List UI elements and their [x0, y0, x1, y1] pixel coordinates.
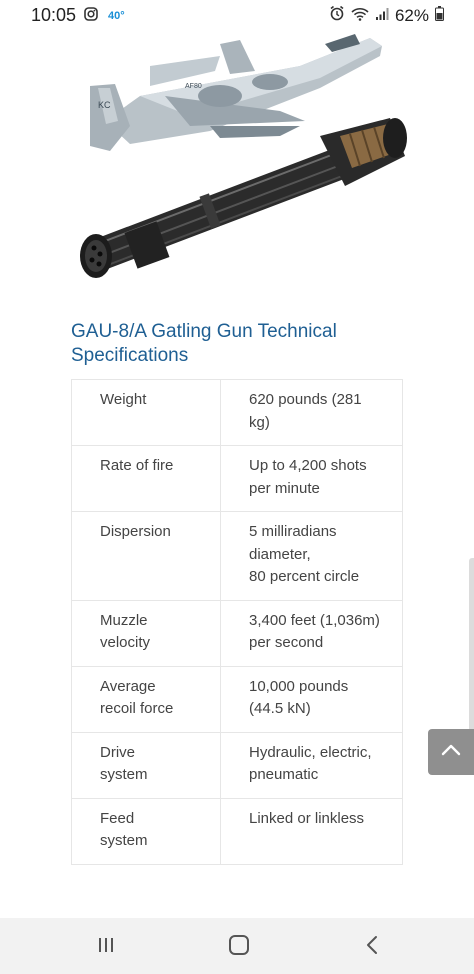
- instagram-icon: [84, 6, 98, 26]
- svg-text:AF80: AF80: [185, 83, 202, 90]
- alarm-icon: [329, 5, 345, 26]
- spec-label-line: Drive: [100, 743, 136, 761]
- spec-value-line: diameter,: [249, 545, 311, 563]
- table-row: Drive system Hydraulic, electric, pneuma…: [71, 731, 403, 799]
- spec-value-line: per second: [249, 634, 324, 651]
- back-button[interactable]: [357, 932, 387, 962]
- navigation-bar: [0, 918, 474, 974]
- spec-label: Muzzle velocity: [71, 599, 221, 667]
- spec-label: Dispersion: [71, 511, 221, 601]
- scrollbar-thumb[interactable]: [469, 558, 474, 734]
- signal-icon: [375, 6, 389, 26]
- spec-value-line: 5 milliradians: [249, 523, 337, 540]
- spec-label: Average recoil force: [71, 665, 221, 733]
- spec-value-line: (44.5 kN): [249, 700, 311, 717]
- table-row: Muzzle velocity 3,400 feet (1,036m) per …: [71, 599, 403, 667]
- spec-value-line: 10,000 pounds: [249, 677, 349, 695]
- battery-icon: [435, 5, 444, 26]
- table-row: Dispersion 5 milliradians diameter, 80 p…: [71, 511, 403, 601]
- spec-label-line: recoil force: [100, 700, 174, 717]
- home-button[interactable]: [224, 932, 254, 962]
- spec-label-line: system: [100, 766, 148, 783]
- battery-percent: 62%: [394, 5, 429, 25]
- spec-label: Feed system: [71, 797, 221, 865]
- table-row: Average recoil force 10,000 pounds (44.5…: [71, 665, 403, 733]
- spec-value-line: 80 percent circle: [249, 568, 360, 585]
- aircraft-and-gun-illustration: KC AF80: [80, 34, 407, 278]
- status-temperature: 40°: [108, 9, 125, 22]
- spec-value: Linked or linkless: [220, 797, 403, 865]
- spec-value-line: per minute: [249, 479, 320, 497]
- table-row: Rate of fire Up to 4,200 shots per minut…: [71, 445, 403, 512]
- table-row: Weight 620 pounds (281 kg): [71, 379, 403, 446]
- specifications-table: Weight 620 pounds (281 kg) Rate of fire …: [71, 379, 403, 865]
- status-time: 10:05: [31, 5, 77, 25]
- spec-label-line: Average: [100, 677, 156, 695]
- home-icon: [228, 934, 250, 961]
- wifi-icon: [351, 6, 369, 26]
- spec-value-line: pneumatic: [249, 766, 319, 783]
- spec-value-line: 620 pounds (281: [249, 391, 362, 408]
- status-left: 10:05 40°: [31, 5, 125, 26]
- scroll-to-top-button[interactable]: [428, 729, 474, 775]
- recent-apps-button[interactable]: [91, 932, 121, 962]
- spec-value: 3,400 feet (1,036m) per second: [220, 599, 403, 667]
- spec-label: Drive system: [71, 731, 221, 799]
- hero-image: KC AF80: [70, 26, 420, 286]
- spec-value: 10,000 pounds (44.5 kN): [220, 665, 403, 733]
- spec-value-line: Hydraulic, electric,: [249, 743, 372, 761]
- spec-value: Up to 4,200 shots per minute: [220, 445, 403, 512]
- page-title: GAU-8/A Gatling Gun Technical Specificat…: [71, 321, 337, 366]
- recent-apps-icon: [97, 936, 115, 959]
- spec-value: Hydraulic, electric, pneumatic: [220, 731, 403, 799]
- spec-value-line: Linked or linkless: [249, 809, 365, 827]
- svg-text:KC: KC: [98, 100, 111, 110]
- spec-value: 5 milliradians diameter, 80 percent circ…: [220, 511, 403, 601]
- spec-label-line: velocity: [100, 634, 151, 651]
- chevron-up-icon: [441, 743, 461, 761]
- spec-label-line: Muzzle: [100, 611, 148, 629]
- spec-value-line: Up to 4,200 shots: [249, 457, 367, 474]
- spec-value-line: kg): [249, 413, 270, 431]
- status-right: 62%: [329, 5, 444, 26]
- spec-label: Weight: [71, 379, 221, 446]
- spec-label-line: system: [100, 832, 148, 849]
- spec-label-line: Feed: [100, 809, 135, 827]
- table-row: Feed system Linked or linkless: [71, 797, 403, 865]
- spec-value: 620 pounds (281 kg): [220, 379, 403, 446]
- spec-value-line: 3,400 feet (1,036m): [249, 611, 380, 629]
- back-icon: [365, 935, 379, 960]
- spec-label: Rate of fire: [71, 445, 221, 512]
